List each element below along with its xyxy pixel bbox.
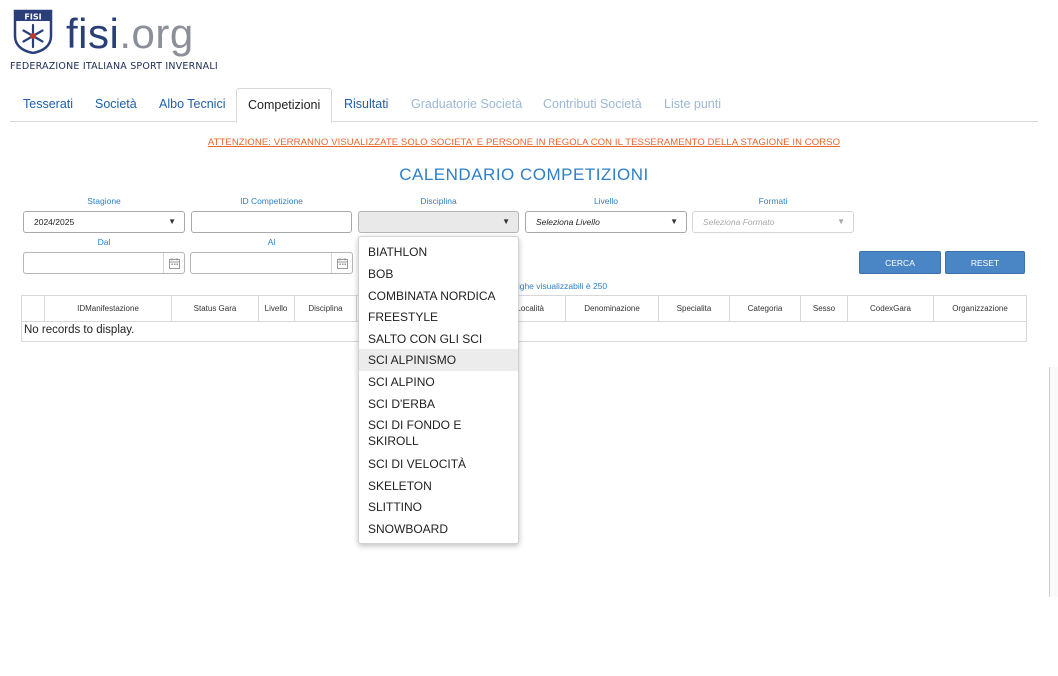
- column-denominazione[interactable]: Denominazione: [565, 296, 658, 321]
- logo-wordmark-main: fisi: [66, 10, 120, 57]
- grid-header: IDManifestazione Status Gara Livello Dis…: [22, 296, 1026, 322]
- tab-liste-punti: Liste punti: [664, 97, 721, 111]
- livello-label: Livello: [593, 196, 619, 206]
- tab-bar: Tesserati Società Albo Tecnici Competizi…: [10, 88, 1038, 123]
- column-specialita[interactable]: Specialita: [658, 296, 729, 321]
- livello-select[interactable]: Seleziona Livello ▼: [525, 211, 687, 233]
- al-date-field[interactable]: [190, 252, 353, 274]
- tab-societa[interactable]: Società: [95, 88, 137, 120]
- logo-wordmark-suffix: .org: [119, 10, 194, 57]
- formati-label: Formati: [758, 196, 788, 206]
- dal-date-field[interactable]: [23, 252, 185, 274]
- tab-albo-tecnici[interactable]: Albo Tecnici: [159, 88, 225, 120]
- column-organizzazione[interactable]: Organizzazione: [933, 296, 1026, 321]
- formati-placeholder: Seleziona Formato: [703, 217, 775, 227]
- chevron-down-icon: ▼: [502, 217, 510, 226]
- background-window-edge: [1049, 367, 1058, 597]
- disciplina-select[interactable]: ▼: [358, 211, 519, 233]
- tab-tesserati[interactable]: Tesserati: [23, 88, 73, 120]
- search-button[interactable]: CERCA: [859, 251, 941, 274]
- column-sesso[interactable]: Sesso: [800, 296, 847, 321]
- membership-notice: ATTENZIONE: VERRANNO VISUALIZZATE SOLO S…: [207, 137, 841, 148]
- tab-contributi-societa: Contributi Società: [543, 97, 642, 111]
- option-skeleton[interactable]: SKELETON: [359, 477, 518, 498]
- column-disciplina[interactable]: Disciplina: [294, 296, 356, 321]
- reset-button[interactable]: RESET: [945, 251, 1025, 274]
- calendar-icon[interactable]: [331, 253, 352, 273]
- grid-header-select: [22, 296, 44, 321]
- svg-text:FISI: FISI: [24, 13, 41, 22]
- chevron-down-icon: ▼: [168, 217, 176, 226]
- chevron-down-icon: ▼: [670, 217, 678, 226]
- option-sci-derba[interactable]: SCI D'ERBA: [359, 395, 518, 416]
- option-freestyle[interactable]: FREESTYLE: [359, 308, 518, 329]
- livello-placeholder: Seleziona Livello: [536, 217, 600, 227]
- tab-graduatorie-societa: Graduatorie Società: [411, 97, 523, 111]
- option-combinata-nordica[interactable]: COMBINATA NORDICA: [359, 287, 518, 308]
- fisi-emblem-icon: FISI: [13, 9, 53, 54]
- tab-competizioni[interactable]: Competizioni: [236, 88, 333, 123]
- id-competizione-label: ID Competizione: [240, 196, 303, 206]
- id-competizione-input[interactable]: [191, 211, 352, 233]
- logo-subtitle: FEDERAZIONE ITALIANA SPORT INVERNALI: [10, 61, 218, 72]
- dal-label: Dal: [97, 237, 111, 247]
- calendar-icon[interactable]: [163, 253, 184, 273]
- column-codexgara[interactable]: CodexGara: [847, 296, 933, 321]
- option-bob[interactable]: BOB: [359, 265, 518, 286]
- option-snowboard[interactable]: SNOWBOARD: [359, 520, 518, 541]
- logo-wordmark: fisi.org: [66, 10, 194, 58]
- option-biathlon[interactable]: BIATHLON: [359, 243, 518, 264]
- page-title: CALENDARIO COMPETIZIONI: [399, 165, 649, 184]
- option-salto-con-gli-sci[interactable]: SALTO CON GLI SCI: [359, 330, 518, 351]
- column-livello[interactable]: Livello: [258, 296, 293, 321]
- option-sci-alpino[interactable]: SCI ALPINO: [359, 373, 518, 394]
- stagione-label: Stagione: [87, 196, 121, 206]
- tab-risultati[interactable]: Risultati: [344, 88, 388, 120]
- chevron-down-icon: ▼: [837, 217, 845, 226]
- option-sci-di-velocita[interactable]: SCI DI VELOCITÀ: [359, 455, 518, 476]
- column-status-gara[interactable]: Status Gara: [171, 296, 258, 321]
- stagione-value: 2024/2025: [34, 217, 75, 227]
- stagione-select[interactable]: 2024/2025 ▼: [23, 211, 185, 233]
- option-slittino[interactable]: SLITTINO: [359, 498, 518, 519]
- al-label: Al: [267, 237, 276, 247]
- rows-info: righe visualizzabili è 250: [515, 281, 608, 291]
- empty-message: No records to display.: [24, 324, 135, 336]
- disciplina-dropdown: BIATHLON BOB COMBINATA NORDICA FREESTYLE…: [358, 236, 519, 544]
- column-categoria[interactable]: Categoria: [729, 296, 800, 321]
- option-sci-di-fondo-e-skiroll[interactable]: SCI DI FONDO E SKIROLL: [359, 416, 518, 450]
- disciplina-label: Disciplina: [420, 196, 457, 206]
- column-idmanifestazione[interactable]: IDManifestazione: [44, 296, 171, 321]
- formati-select: Seleziona Formato ▼: [692, 211, 854, 233]
- option-sci-alpinismo[interactable]: SCI ALPINISMO: [359, 349, 518, 371]
- results-grid: IDManifestazione Status Gara Livello Dis…: [21, 295, 1027, 342]
